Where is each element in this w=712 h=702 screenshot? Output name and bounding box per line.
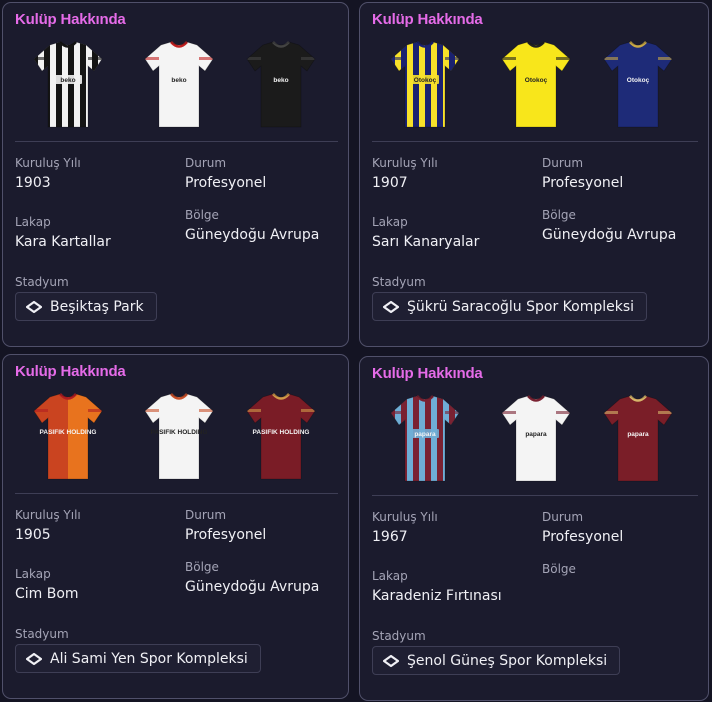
status-label: Durum [185, 156, 227, 170]
region-label: Bölge [542, 208, 576, 222]
card-title: Kulüp Hakkında [15, 11, 126, 28]
stadium-icon [26, 652, 42, 666]
founded-label: Kuruluş Yılı [372, 156, 438, 170]
status-label: Durum [185, 508, 227, 522]
stadium-label: Stadyum [15, 627, 69, 641]
club-info-card: Kulüp Hakkında PASIFIK HOLDING PASIFIK H… [2, 354, 349, 699]
away-kit-jersey-icon[interactable]: PASIFIK HOLDING [143, 391, 215, 483]
card-title: Kulüp Hakkında [372, 365, 483, 382]
stadium-icon [383, 654, 399, 668]
founded-value: 1907 [372, 175, 408, 191]
status-label: Durum [542, 510, 584, 524]
kits-row: Otokoç Otokoç Otokoç [360, 39, 708, 131]
divider [372, 141, 698, 142]
svg-text:Otokoç: Otokoç [414, 77, 437, 84]
svg-text:papara: papara [525, 431, 547, 438]
away-kit-jersey-icon[interactable]: papara [500, 393, 572, 485]
stadium-name: Şenol Güneş Spor Kompleksi [407, 652, 608, 669]
region-value: Güneydoğu Avrupa [542, 227, 677, 243]
stadium-name: Şükrü Saracoğlu Spor Kompleksi [407, 298, 635, 315]
founded-value: 1905 [15, 527, 51, 543]
founded-label: Kuruluş Yılı [372, 510, 438, 524]
third-kit-jersey-icon[interactable]: papara [602, 393, 674, 485]
svg-text:papara: papara [414, 431, 436, 438]
nickname-value: Cim Bom [15, 586, 79, 602]
stadium-label: Stadyum [15, 275, 69, 289]
divider [15, 493, 338, 494]
stadium-button[interactable]: Şenol Güneş Spor Kompleksi [372, 646, 621, 675]
region-label: Bölge [185, 560, 219, 574]
svg-text:beko: beko [60, 77, 75, 84]
nickname-value: Sarı Kanaryalar [372, 234, 480, 250]
divider [15, 141, 338, 142]
svg-text:beko: beko [171, 77, 186, 84]
away-kit-jersey-icon[interactable]: Otokoç [500, 39, 572, 131]
status-value: Profesyonel [185, 527, 267, 543]
founded-value: 1903 [15, 175, 51, 191]
svg-text:Otokoç: Otokoç [627, 77, 650, 84]
third-kit-jersey-icon[interactable]: beko [245, 39, 317, 131]
nickname-label: Lakap [372, 569, 408, 583]
stadium-name: Beşiktaş Park [50, 298, 144, 315]
founded-value: 1967 [372, 529, 408, 545]
away-kit-jersey-icon[interactable]: beko [143, 39, 215, 131]
founded-label: Kuruluş Yılı [15, 508, 81, 522]
nickname-label: Lakap [372, 215, 408, 229]
divider [372, 495, 698, 496]
status-label: Durum [542, 156, 584, 170]
svg-text:Otokoç: Otokoç [525, 77, 548, 84]
third-kit-jersey-icon[interactable]: PASIFIK HOLDING [245, 391, 317, 483]
kits-row: PASIFIK HOLDING PASIFIK HOLDING PASIFIK … [3, 391, 348, 483]
founded-label: Kuruluş Yılı [15, 156, 81, 170]
status-value: Profesyonel [542, 175, 624, 191]
nickname-label: Lakap [15, 567, 51, 581]
home-kit-jersey-icon[interactable]: PASIFIK HOLDING [32, 391, 104, 483]
club-info-card: Kulüp Hakkında papara papara papara Kuru… [359, 356, 709, 701]
region-value: Güneydoğu Avrupa [185, 579, 320, 595]
region-label: Bölge [542, 562, 576, 576]
kits-row: beko beko beko [3, 39, 348, 131]
club-info-card: Kulüp Hakkında beko beko beko Kuruluş Yı… [2, 2, 349, 347]
stadium-icon [383, 300, 399, 314]
stadium-button[interactable]: Beşiktaş Park [15, 292, 157, 321]
stadium-button[interactable]: Ali Sami Yen Spor Kompleksi [15, 644, 261, 673]
kits-row: papara papara papara [360, 393, 708, 485]
stadium-label: Stadyum [372, 629, 426, 643]
nickname-value: Karadeniz Fırtınası [372, 588, 502, 604]
svg-text:papara: papara [627, 431, 649, 438]
card-title: Kulüp Hakkında [372, 11, 483, 28]
svg-text:beko: beko [273, 77, 288, 84]
status-value: Profesyonel [542, 529, 624, 545]
stadium-button[interactable]: Şükrü Saracoğlu Spor Kompleksi [372, 292, 648, 321]
region-value: Güneydoğu Avrupa [185, 227, 320, 243]
home-kit-jersey-icon[interactable]: papara [389, 393, 461, 485]
home-kit-jersey-icon[interactable]: Otokoç [389, 39, 461, 131]
nickname-label: Lakap [15, 215, 51, 229]
region-label: Bölge [185, 208, 219, 222]
third-kit-jersey-icon[interactable]: Otokoç [602, 39, 674, 131]
stadium-label: Stadyum [372, 275, 426, 289]
stadium-name: Ali Sami Yen Spor Kompleksi [50, 650, 248, 667]
stadium-icon [26, 300, 42, 314]
home-kit-jersey-icon[interactable]: beko [32, 39, 104, 131]
card-title: Kulüp Hakkında [15, 363, 126, 380]
club-info-card: Kulüp Hakkında Otokoç Otokoç Otokoç Kuru… [359, 2, 709, 347]
status-value: Profesyonel [185, 175, 267, 191]
nickname-value: Kara Kartallar [15, 234, 111, 250]
